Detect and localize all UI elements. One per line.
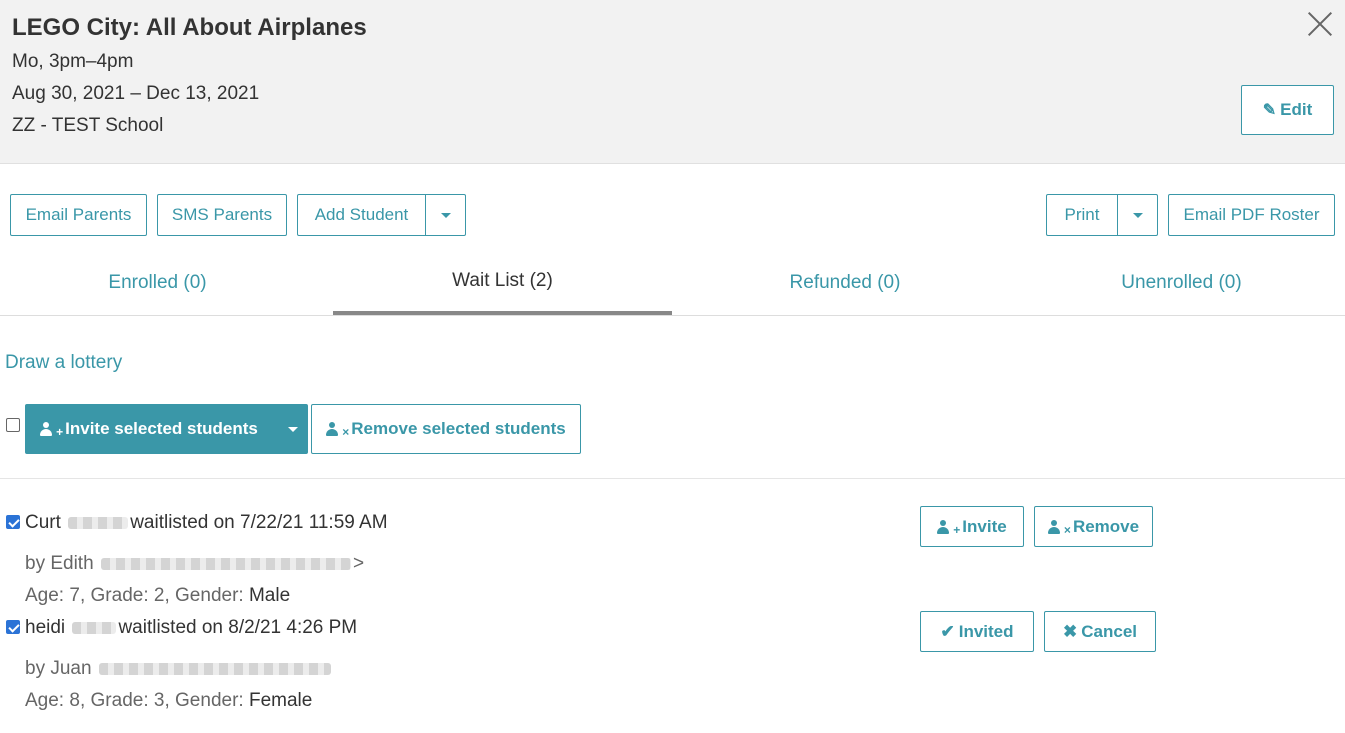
student-line: Curt waitlisted on 7/22/21 11:59 AM (25, 512, 388, 534)
course-header: LEGO City: All About Airplanes Mo, 3pm–4… (0, 0, 1345, 164)
gender-label: Gender: (175, 690, 244, 711)
check-icon: ✔ (940, 621, 955, 641)
parent-line: by Juan (25, 658, 333, 680)
course-schedule: Mo, 3pm–4pm (12, 51, 134, 72)
times-mark: × (342, 425, 350, 439)
remove-label: Remove (1072, 516, 1140, 536)
age-value: 8 (69, 690, 80, 711)
tab-enrolled[interactable]: Enrolled (0) (0, 250, 315, 315)
student-details: Age: 8, Grade: 3, Gender: Female (25, 690, 313, 711)
course-dates: Aug 30, 2021 – Dec 13, 2021 (12, 83, 260, 104)
parent-name: by Juan (25, 658, 92, 679)
edit-button-label: Edit (1280, 100, 1313, 119)
gender-label: Gender: (175, 585, 244, 606)
course-title: LEGO City: All About Airplanes (12, 14, 367, 41)
grade-value: 2 (153, 585, 165, 606)
age-value: 7 (69, 585, 80, 606)
tabs-divider (0, 315, 1345, 316)
invite-selected-dropdown-toggle[interactable] (278, 405, 308, 453)
grade-label: Grade: (90, 690, 149, 711)
pencil-icon: ✎ (1262, 102, 1277, 119)
edit-button[interactable]: ✎ Edit (1241, 85, 1334, 135)
redacted-last-name (72, 621, 117, 634)
student-checkbox[interactable] (6, 515, 20, 529)
print-button[interactable]: Print (1047, 195, 1117, 235)
plus-mark: + (953, 522, 961, 537)
section-divider (0, 478, 1345, 479)
waitlist-status: waitlisted on 8/2/21 4:26 PM (118, 617, 358, 638)
student-checkbox[interactable] (6, 620, 20, 634)
redacted-parent-contact (100, 557, 351, 570)
print-dropdown-toggle[interactable] (1118, 195, 1158, 235)
email-pdf-roster-button[interactable]: Email PDF Roster (1168, 194, 1335, 236)
student-details: Age: 7, Grade: 2, Gender: Male (25, 585, 291, 606)
invited-label: Invited (958, 621, 1014, 641)
parent-line: by Edith > (25, 553, 364, 575)
redacted-parent-contact (98, 662, 331, 675)
redacted-last-name (68, 516, 129, 529)
draw-lottery-link[interactable]: Draw a lottery (5, 352, 122, 374)
sms-parents-button[interactable]: SMS Parents (157, 194, 287, 236)
grade-label: Grade: (90, 585, 149, 606)
student-first-name: heidi (25, 617, 66, 638)
cancel-button[interactable]: ✖ Cancel (1044, 611, 1156, 652)
email-parents-button[interactable]: Email Parents (10, 194, 147, 236)
age-label: Age: (25, 585, 65, 606)
tab-unenrolled[interactable]: Unenrolled (0) (1018, 250, 1345, 315)
parent-name: by Edith (25, 553, 94, 574)
age-label: Age: (25, 690, 65, 711)
student-line: heidi waitlisted on 8/2/21 4:26 PM (25, 617, 357, 639)
invite-label: Invite (962, 516, 1007, 536)
invited-button[interactable]: ✔ Invited (920, 611, 1034, 652)
remove-selected-button[interactable]: × Remove selected students (311, 404, 581, 454)
close-icon[interactable] (1305, 8, 1335, 38)
caret-down-icon (441, 212, 451, 218)
gender-value: Male (248, 585, 291, 606)
invite-selected-label: Invite selected students (65, 419, 258, 438)
waitlist-status: waitlisted on 7/22/21 11:59 AM (130, 512, 388, 533)
times-icon: ✖ (1063, 621, 1078, 641)
add-student-button[interactable]: Add Student (298, 195, 425, 235)
remove-selected-label: Remove selected students (351, 419, 566, 438)
invite-button[interactable]: + Invite (920, 506, 1024, 547)
remove-button[interactable]: × Remove (1034, 506, 1153, 547)
print-split-button: Print (1046, 194, 1158, 236)
caret-down-icon (1133, 212, 1143, 218)
add-student-split-button: Add Student (297, 194, 466, 236)
tab-wait-list[interactable]: Wait List (2) (333, 250, 672, 315)
select-all-checkbox[interactable] (6, 418, 20, 432)
gender-value: Female (248, 690, 313, 711)
invite-selected-button[interactable]: + Invite selected students (26, 405, 272, 453)
caret-down-icon (288, 426, 298, 432)
cancel-label: Cancel (1081, 621, 1137, 641)
grade-value: 3 (153, 690, 165, 711)
parent-suffix: > (352, 553, 365, 574)
student-first-name: Curt (25, 512, 61, 533)
invite-selected-split-button: + Invite selected students (25, 404, 308, 454)
course-school: ZZ - TEST School (12, 115, 164, 136)
tab-refunded[interactable]: Refunded (0) (672, 250, 1018, 315)
plus-mark: + (56, 425, 64, 439)
add-student-dropdown-toggle[interactable] (426, 195, 466, 235)
times-mark: × (1063, 522, 1071, 537)
